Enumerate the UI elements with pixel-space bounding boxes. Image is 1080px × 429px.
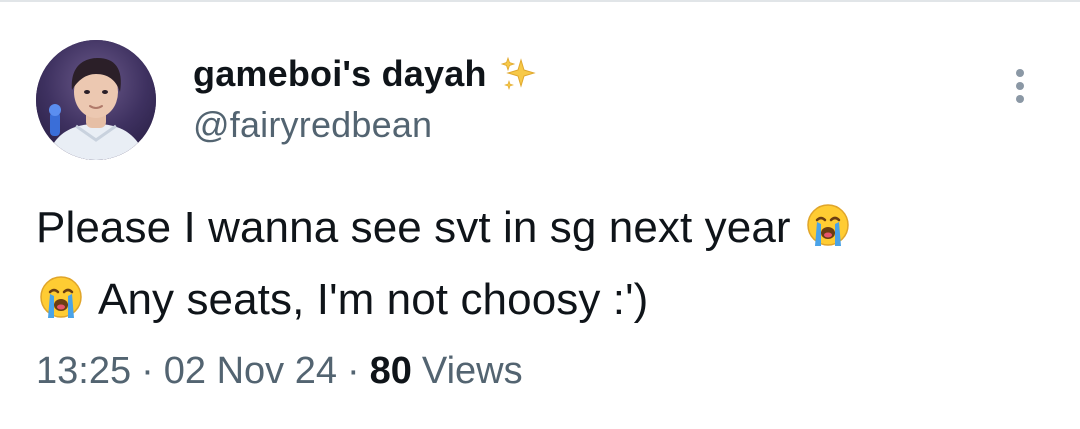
tweet-text-line-1: Please I wanna see svt in sg next year [36,192,1046,264]
meta-separator: · [141,350,154,392]
more-vertical-icon [1016,69,1024,77]
tweet-card[interactable]: gameboi's dayah @fairyredbean Please I w… [0,0,1080,429]
sparkles-icon [499,54,539,94]
loudly-crying-face-icon [36,272,86,322]
more-vertical-icon-dot [1016,95,1024,103]
more-options-button[interactable] [1000,62,1040,110]
author-block: gameboi's dayah @fairyredbean [193,52,539,146]
tweet-meta: 13:25 · 02 Nov 24 · 80 Views [36,350,523,393]
avatar-photo [36,40,156,160]
display-name[interactable]: gameboi's dayah [193,53,487,95]
tweet-text: Please I wanna see svt in sg next year A… [36,192,1046,336]
loudly-crying-face-icon [803,200,853,250]
tweet-text-line-2: Any seats, I'm not choosy :') [36,264,1046,336]
views-count[interactable]: 80 [370,350,412,393]
user-handle[interactable]: @fairyredbean [193,104,539,146]
tweet-text-line-2-content: Any seats, I'm not choosy :') [98,275,649,324]
tweet-text-line-1-content: Please I wanna see svt in sg next year [36,203,791,252]
meta-separator: · [346,350,360,392]
name-row: gameboi's dayah [193,52,539,96]
tweet-date[interactable]: 02 Nov 24 [164,350,337,393]
views-label[interactable]: Views [422,350,523,393]
more-vertical-icon-dot [1016,82,1024,90]
avatar[interactable] [36,40,156,160]
tweet-time[interactable]: 13:25 [36,350,131,393]
